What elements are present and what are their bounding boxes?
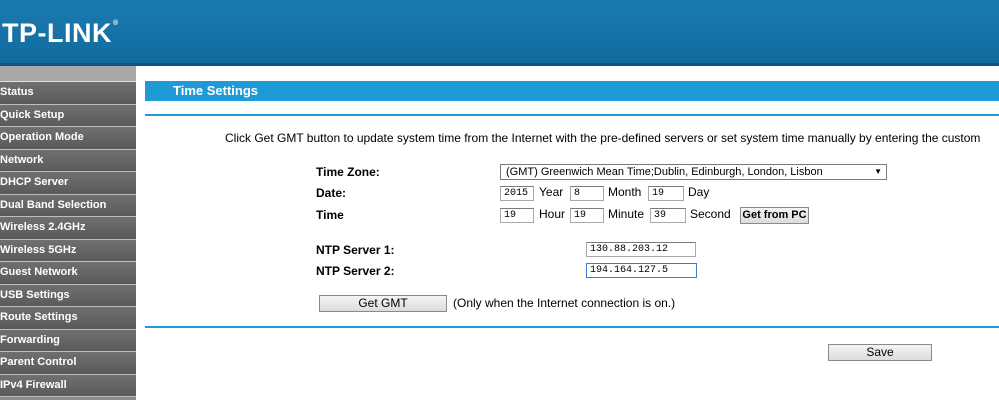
sidebar-item-status[interactable]: Status: [0, 82, 136, 105]
month-label: Month: [608, 185, 642, 199]
sidebar-item-wireless-5ghz[interactable]: Wireless 5GHz: [0, 239, 136, 262]
sidebar-top-spacer: [0, 66, 136, 82]
top-divider: [145, 114, 999, 116]
hour-label: Hour: [539, 207, 566, 221]
minute-label: Minute: [608, 207, 645, 221]
second-field[interactable]: 39: [650, 208, 686, 223]
dropdown-arrow-icon: ▼: [874, 167, 882, 176]
sidebar-menu: Status Quick Setup Operation Mode Networ…: [0, 66, 136, 400]
sidebar-item-dual-band-selection[interactable]: Dual Band Selection: [0, 194, 136, 217]
minute-field[interactable]: 19: [570, 208, 604, 223]
hour-field[interactable]: 19: [500, 208, 534, 223]
ntp-server-1-label: NTP Server 1:: [316, 243, 395, 257]
sidebar-item-guest-network[interactable]: Guest Network: [0, 262, 136, 285]
sidebar-item-wireless-24ghz[interactable]: Wireless 2.4GHz: [0, 217, 136, 240]
sidebar-item-network[interactable]: Network: [0, 149, 136, 172]
sidebar-item-ipv4-firewall[interactable]: IPv4 Firewall: [0, 374, 136, 397]
ntp-server-2-field[interactable]: 194.164.127.5: [586, 263, 697, 278]
date-label: Date:: [316, 186, 347, 200]
sidebar-item-parent-control[interactable]: Parent Control: [0, 352, 136, 375]
day-field[interactable]: 19: [648, 186, 684, 201]
intro-text: Click Get GMT button to update system ti…: [225, 131, 981, 145]
page-title: Time Settings: [145, 81, 999, 101]
tp-link-logo: TP-LINK®: [2, 18, 119, 48]
time-zone-value: (GMT) Greenwich Mean Time;Dublin, Edinbu…: [506, 166, 823, 178]
second-label: Second: [690, 207, 731, 221]
get-gmt-note: (Only when the Internet connection is on…: [453, 296, 676, 310]
year-field[interactable]: 2015: [500, 186, 534, 201]
sidebar-item-forwarding[interactable]: Forwarding: [0, 329, 136, 352]
get-gmt-button[interactable]: Get GMT: [319, 295, 447, 312]
sidebar-item-quick-setup[interactable]: Quick Setup: [0, 104, 136, 127]
time-zone-select[interactable]: (GMT) Greenwich Mean Time;Dublin, Edinbu…: [500, 164, 887, 180]
bottom-divider: [145, 326, 999, 328]
ntp-server-1-field[interactable]: 130.88.203.12: [586, 242, 696, 257]
day-label: Day: [688, 185, 710, 199]
time-zone-label: Time Zone:: [316, 165, 380, 179]
sidebar-item-usb-settings[interactable]: USB Settings: [0, 284, 136, 307]
sidebar-item-route-settings[interactable]: Route Settings: [0, 307, 136, 330]
get-from-pc-button[interactable]: Get from PC: [740, 207, 809, 224]
header-banner: TP-LINK®: [0, 0, 999, 66]
ntp-server-2-label: NTP Server 2:: [316, 264, 395, 278]
save-button[interactable]: Save: [828, 344, 932, 361]
main-content: Time Settings Click Get GMT button to up…: [136, 66, 999, 400]
month-field[interactable]: 8: [570, 186, 604, 201]
sidebar-item-operation-mode[interactable]: Operation Mode: [0, 127, 136, 150]
time-label: Time: [316, 208, 344, 222]
year-label: Year: [539, 185, 564, 199]
sidebar-item-dhcp-server[interactable]: DHCP Server: [0, 172, 136, 195]
